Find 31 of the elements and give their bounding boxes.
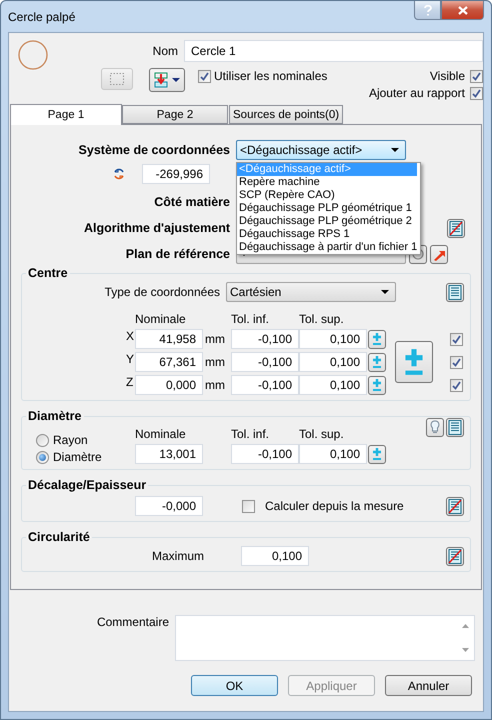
radio-label: Diamètre <box>53 450 102 464</box>
add-to-report-label: Ajouter au rapport <box>368 86 465 100</box>
radio-label: Rayon <box>53 433 88 447</box>
offset-title: Décalage/Epaisseur <box>27 478 148 492</box>
axis-label: X <box>126 329 134 343</box>
reference-plane-label: Plan de référence <box>124 247 230 261</box>
window-title: Cercle palpé <box>8 10 76 24</box>
column-header: Tol. sup. <box>299 312 344 326</box>
column-header: Nominale <box>135 427 186 441</box>
unit-label: mm <box>205 355 225 369</box>
unit-label: mm <box>205 332 225 346</box>
axis-label: Y <box>126 352 134 366</box>
column-header: Tol. inf. <box>231 427 270 441</box>
circularity-title: Circularité <box>27 530 91 544</box>
diameter-title: Diamètre <box>27 409 82 423</box>
column-header: Tol. sup. <box>299 427 344 441</box>
axis-label: Z <box>126 375 134 389</box>
use-nominals-label: Utiliser les nominales <box>214 69 328 83</box>
name-label: Nom <box>152 44 178 58</box>
material-side-label: Côté matière <box>153 195 230 209</box>
comment-label: Commentaire <box>96 615 169 629</box>
coordinate-system-label: Système de coordonnées <box>78 143 230 157</box>
maximum-label: Maximum <box>150 549 204 563</box>
column-header: Tol. inf. <box>231 312 270 326</box>
compute-label: Calculer depuis la mesure <box>265 499 404 513</box>
centre-title: Centre <box>27 266 69 280</box>
coordinate-type-label: Type de coordonnées <box>104 285 220 299</box>
unit-label: mm <box>205 378 225 392</box>
column-header: Nominale <box>135 312 186 326</box>
visible-label: Visible <box>430 69 465 83</box>
fit-algorithm-label: Algorithme d'ajustement <box>82 221 230 235</box>
